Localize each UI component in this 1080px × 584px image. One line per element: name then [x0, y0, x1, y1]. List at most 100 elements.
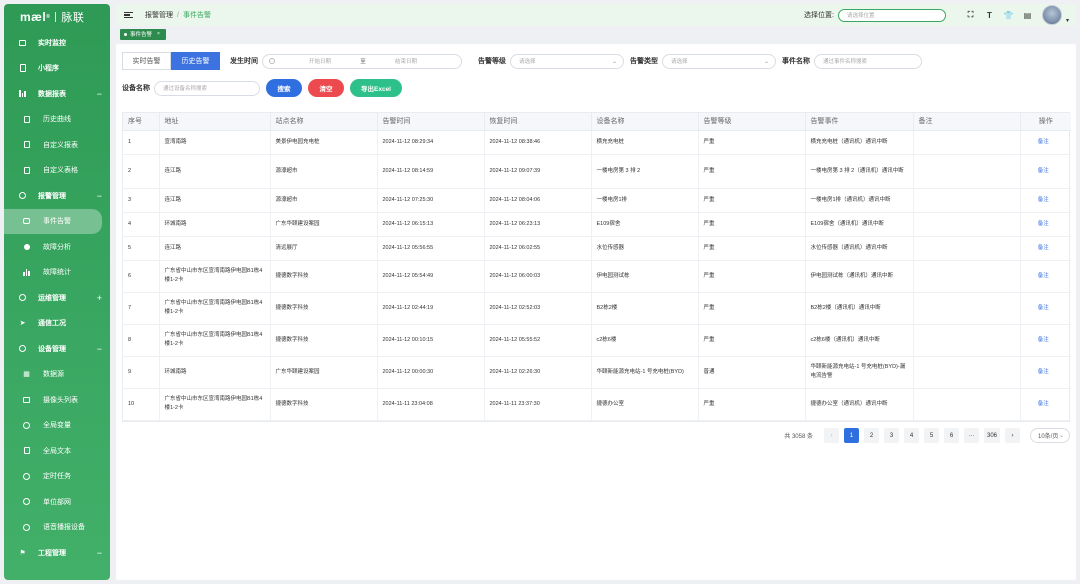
page-button[interactable]: 306: [983, 428, 1000, 443]
page-ellipsis[interactable]: ···: [963, 428, 979, 443]
table-cell: 捷德数字科技: [270, 260, 378, 293]
collapse-icon[interactable]: −: [97, 191, 102, 201]
table-cell: 广东省中山市东区宣湾南路伊电园B1栋4楼1-2卡: [159, 324, 271, 357]
prev-page-button[interactable]: ‹: [823, 428, 839, 443]
search-button[interactable]: 搜索: [266, 79, 302, 97]
sidebar-item-2[interactable]: 数据报表 −: [4, 81, 110, 107]
collapse-icon[interactable]: −: [97, 344, 102, 354]
remark-link[interactable]: 备注: [1020, 324, 1071, 357]
sidebar-item-16[interactable]: 全局文本: [4, 438, 110, 464]
flag-icon: ⚑: [19, 549, 26, 557]
breadcrumb-item-alarm-management[interactable]: 报警管理: [145, 10, 173, 20]
clear-button[interactable]: 清空: [308, 79, 344, 97]
sidebar-item-15[interactable]: 全局变量: [4, 413, 110, 439]
column-header: 恢复时间: [484, 113, 592, 131]
column-header: 告警事件: [805, 113, 914, 131]
table-row: 9 环城南路 广东华颐建设案园 2024-11-12 00:00:30 2024-11-…: [123, 356, 1071, 389]
table-cell: 2024-11-12 06:02:55: [484, 236, 592, 261]
event-name-input[interactable]: 通过事件名称搜索: [814, 53, 922, 69]
sidebar-item-3[interactable]: 历史曲线: [4, 107, 110, 133]
sidebar-item-9[interactable]: 故障统计: [4, 260, 110, 286]
remark-link[interactable]: 备注: [1020, 388, 1071, 421]
page-button[interactable]: 2: [863, 428, 879, 443]
skin-icon[interactable]: 👕: [1004, 11, 1014, 20]
sidebar-item-4[interactable]: 自定义报表: [4, 132, 110, 158]
message-icon[interactable]: ▤: [1023, 11, 1032, 20]
toolbar-icons: ⛶ T 👕 ▤: [966, 10, 1032, 20]
table-row: 1 宣湾南路 美景伊电园充电桩 2024-11-12 08:29:34 2024-11-…: [123, 130, 1071, 155]
sidebar-item-1[interactable]: 小程序: [4, 56, 110, 82]
remark-link[interactable]: 备注: [1020, 188, 1071, 213]
sidebar-item-18[interactable]: 单位部网: [4, 489, 110, 515]
tab-history-alarm[interactable]: 历史告警: [171, 52, 220, 70]
next-page-button[interactable]: ›: [1005, 428, 1020, 443]
sidebar-item-20[interactable]: ⚑ 工程管理 −: [4, 540, 110, 566]
font-size-icon[interactable]: T: [985, 11, 994, 20]
tag-event-alarm[interactable]: 事件告警 ×: [120, 28, 166, 40]
table-cell: 6: [123, 260, 160, 293]
sidebar-item-17[interactable]: 定时任务: [4, 464, 110, 490]
sidebar-item-12[interactable]: 设备管理 −: [4, 336, 110, 362]
table-cell: 捷德数字科技: [270, 292, 378, 325]
remark-link[interactable]: 备注: [1020, 130, 1071, 155]
table-cell: [913, 388, 1021, 421]
alarm-table: 序号 地址 站点名称 告警时间 恢复时间 设备名称 告警等级 告警事件 备注 操作 1 宣湾南路 美景…: [122, 112, 1071, 422]
menu-toggle-icon[interactable]: [124, 11, 133, 19]
remark-link[interactable]: 备注: [1020, 154, 1071, 189]
remark-link[interactable]: 备注: [1020, 292, 1071, 325]
table-cell: 2024-11-12 02:44:19: [377, 292, 485, 325]
table-cell: 伊电园测试栋: [591, 260, 699, 293]
table-cell: 2: [123, 154, 160, 189]
table-cell: 7: [123, 292, 160, 325]
sidebar-item-19[interactable]: 语音播报设备: [4, 515, 110, 541]
brand-logo-text: mæl: [20, 10, 47, 24]
chevron-down-icon[interactable]: ▾: [1066, 17, 1069, 24]
table-cell: [913, 260, 1021, 293]
remark-link[interactable]: 备注: [1020, 236, 1071, 261]
location-input[interactable]: 请选择位置: [838, 8, 946, 22]
collapse-icon[interactable]: −: [97, 89, 102, 99]
level-select-placeholder: 请选择: [519, 59, 536, 65]
collapse-icon[interactable]: −: [97, 548, 102, 558]
remark-link[interactable]: 备注: [1020, 356, 1071, 389]
sidebar-item-14[interactable]: 摄像头列表: [4, 387, 110, 413]
sidebar-item-6[interactable]: 报警管理 −: [4, 183, 110, 209]
table-cell: 横充充电桩: [591, 130, 699, 155]
type-select[interactable]: 请选择 ⌄: [662, 53, 776, 69]
sidebar-item-5[interactable]: 自定义表格: [4, 158, 110, 184]
fullscreen-icon[interactable]: ⛶: [966, 10, 975, 20]
page-button[interactable]: 3: [883, 428, 899, 443]
date-range-picker[interactable]: 开始日期 至 结束日期: [262, 53, 462, 69]
sidebar-item-8[interactable]: 故障分析: [4, 234, 110, 260]
table-cell: 9: [123, 356, 160, 389]
table-cell: 2024-11-12 06:15:13: [377, 212, 485, 237]
table-cell: 源濠超市: [270, 188, 378, 213]
sidebar-item-13[interactable]: ▦ 数据源: [4, 362, 110, 388]
close-icon[interactable]: ×: [157, 31, 160, 37]
export-excel-button[interactable]: 导出Excel: [350, 79, 402, 97]
table-cell: 环城南路: [159, 212, 271, 237]
table-cell: 2024-11-12 08:38:46: [484, 130, 592, 155]
remark-link[interactable]: 备注: [1020, 212, 1071, 237]
level-select[interactable]: 请选择 ⌄: [510, 53, 624, 69]
sidebar-item-11[interactable]: ➤ 通信工况: [4, 311, 110, 337]
page-button[interactable]: 6: [943, 428, 959, 443]
start-date-input[interactable]: 开始日期: [295, 57, 345, 65]
page-button[interactable]: 4: [903, 428, 919, 443]
sidebar-item-0[interactable]: 实时监控: [4, 30, 110, 56]
sidebar-item-7[interactable]: 事件告警: [4, 208, 102, 234]
sidebar-item-10[interactable]: 运维管理 +: [4, 285, 110, 311]
avatar[interactable]: [1042, 5, 1062, 25]
expand-icon[interactable]: +: [97, 293, 102, 303]
table-cell: 广东省中山市东区宣湾南路伊电园B1栋4楼1-2卡: [159, 388, 271, 421]
end-date-input[interactable]: 结束日期: [381, 57, 431, 65]
tab-realtime-alarm[interactable]: 实时告警: [122, 52, 171, 70]
table-cell: 严重: [698, 260, 806, 293]
table-cell: 2024-11-12 00:00:30: [377, 356, 485, 389]
global-text-icon: [22, 446, 31, 455]
page-size-select[interactable]: 10条/页 ⌄: [1030, 428, 1070, 443]
device-name-input[interactable]: 通过设备名称搜索: [154, 80, 260, 96]
page-button[interactable]: 1: [843, 428, 859, 443]
page-button[interactable]: 5: [923, 428, 939, 443]
remark-link[interactable]: 备注: [1020, 260, 1071, 293]
